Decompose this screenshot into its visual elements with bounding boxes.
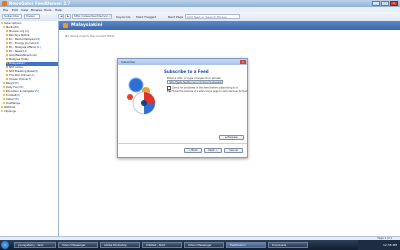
close-button[interactable]: x: [390, 1, 398, 6]
preview-button[interactable]: ▸ Preview: [219, 135, 244, 140]
folder-icon: [3, 26, 5, 28]
feed-icon: [6, 54, 8, 56]
window-controls: _ □ x: [372, 1, 398, 6]
rss-globe-illustration: [127, 77, 156, 115]
folder-icon: [3, 90, 5, 92]
taskbar-item-active[interactable]: FeedDemon: [226, 242, 266, 248]
feed-icon: [6, 78, 8, 80]
mark-flagged-button[interactable]: Mark Flagged: [136, 15, 156, 19]
system-tray: 12:35 PM: [358, 240, 400, 250]
feed-icon: [6, 30, 8, 32]
taskbar-item[interactable]: Adobe Photoshop: [100, 242, 140, 248]
back-button[interactable]: ◄: [58, 14, 64, 19]
dialog-window-title: Subscribe: [121, 60, 135, 64]
subscribe-dialog: Subscribe × Subscribe to a Feed Enter a …: [117, 58, 248, 158]
empty-message: No items match the current filter.: [65, 34, 116, 38]
folder-icon: [3, 94, 5, 96]
back-button[interactable]: < Back: [184, 148, 202, 153]
maximize-button[interactable]: □: [381, 1, 389, 6]
folder-icon: [3, 102, 5, 104]
tree-folder-clippings[interactable]: Clippings: [1, 110, 16, 114]
dialog-separator: [118, 143, 247, 144]
forward-button[interactable]: ►: [65, 14, 71, 19]
folder-icon: [3, 98, 5, 100]
feed-header: Malaysiakini: [59, 21, 400, 30]
clock: 12:35 PM: [383, 243, 397, 247]
feed-url-input[interactable]: http://feeds.feedburner.com/mkini/malays…: [167, 80, 223, 84]
views-button[interactable]: Views: [24, 14, 40, 19]
feed-icon: [63, 23, 68, 28]
feed-icon: [6, 50, 8, 52]
feed-icon: [6, 70, 8, 72]
subscribe-button[interactable]: Subscribe: [2, 14, 22, 19]
start-button[interactable]: [1, 241, 9, 249]
subscriptions-tree: Subscriptions Media(80) Moveon.org (2) B…: [0, 21, 59, 236]
keywords-button[interactable]: Keywords: [116, 15, 130, 19]
dialog-tip: Tip: Enter the address of a site's home …: [167, 90, 248, 93]
taskbar-item[interactable]: yoursystemy - Yami: [14, 242, 56, 248]
feed-icon: [6, 62, 8, 64]
folder-icon: [1, 106, 3, 108]
dialog-heading: Subscribe to a Feed: [164, 69, 209, 74]
cancel-button[interactable]: Cancel: [224, 148, 243, 153]
dialog-close-button[interactable]: ×: [240, 60, 246, 64]
title-bar: NewsGator FeedDemon 2.7 _ □ x: [0, 0, 400, 7]
feed-icon: [6, 66, 8, 68]
minimize-button[interactable]: _: [372, 1, 380, 6]
address-field[interactable]: http://www.feeddemon.com/...: [72, 14, 112, 19]
feed-icon: [6, 38, 8, 40]
dialog-title-bar: Subscribe ×: [118, 59, 247, 65]
feed-icon: [6, 58, 8, 60]
next-page-button[interactable]: Next Page: [168, 15, 183, 19]
next-button[interactable]: Next >: [204, 148, 222, 153]
taskbar-item[interactable]: Yahoo! Messenger: [184, 242, 224, 248]
folder-icon: [1, 22, 3, 24]
taskbar-item[interactable]: Yahoo! Messenger: [58, 242, 98, 248]
search-input[interactable]: [185, 14, 240, 19]
feed-title: Malaysiakini: [71, 23, 103, 28]
app-icon: [2, 1, 7, 6]
taskbar: yoursystemy - Yami Yahoo! Messenger Adob…: [0, 240, 400, 250]
feed-icon: [6, 74, 8, 76]
taskbar-item[interactable]: Untitled - Paint: [142, 242, 182, 248]
feed-icon: [6, 46, 8, 48]
folder-icon: [3, 86, 5, 88]
folder-icon: [1, 110, 3, 112]
feed-icon: [6, 34, 8, 36]
window-title: NewsGator FeedDemon 2.7: [9, 1, 71, 6]
folder-icon: [3, 82, 5, 84]
feed-icon: [6, 42, 8, 44]
main-pane: Malaysiakini No items match the current …: [59, 21, 400, 236]
taskbar-item[interactable]: Downloads: [268, 242, 308, 248]
